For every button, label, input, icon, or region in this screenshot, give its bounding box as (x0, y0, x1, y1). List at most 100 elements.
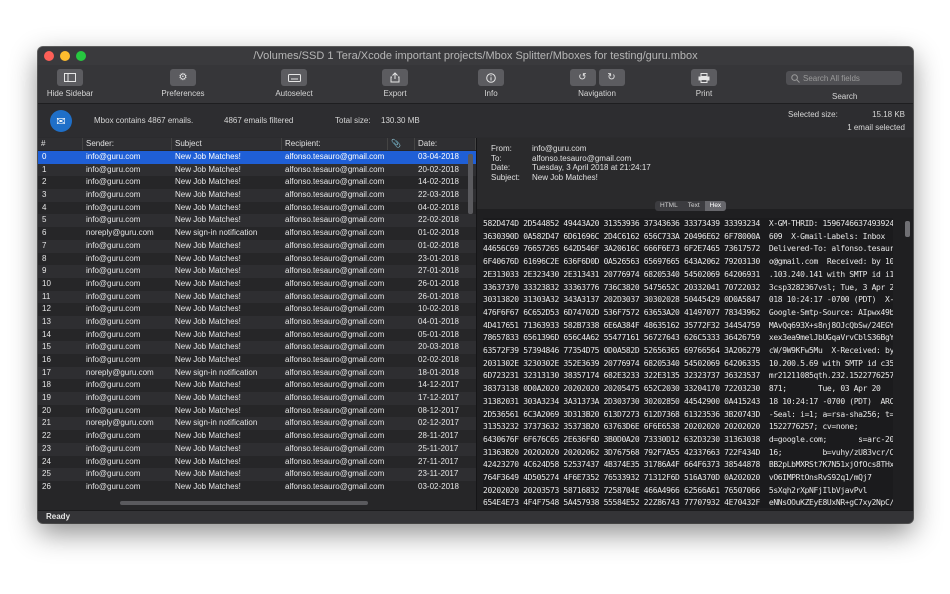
table-row[interactable]: 0 info@guru.com New Job Matches! alfonso.te… (38, 151, 476, 164)
print-button[interactable]: Print (665, 69, 743, 98)
hex-line: 2E313033 2E323430 2E313431 20776974 6820… (483, 269, 893, 279)
row-subject: New Job Matches! (175, 342, 241, 352)
row-recipient: alfonso.tesauro@gmail.com (285, 202, 385, 212)
close-window-button[interactable] (44, 51, 54, 61)
table-row[interactable]: 25 info@guru.com New Job Matches! alfonso.t… (38, 468, 476, 481)
col-header-sender[interactable]: Sender: (83, 138, 172, 150)
row-number: 12 (42, 304, 51, 314)
row-recipient: alfonso.tesauro@gmail.com (285, 380, 385, 390)
row-subject: New Job Matches! (175, 443, 241, 453)
hex-line: 42423270 4C624D58 52537437 4B374E35 3178… (483, 460, 893, 470)
table-row[interactable]: 13 info@guru.com New Job Matches! alfonso.t… (38, 315, 476, 329)
table-row[interactable]: 8 info@guru.com New Job Matches! alfonso.te… (38, 253, 476, 266)
table-row[interactable]: 2 info@guru.com New Job Matches! alfonso.te… (38, 176, 476, 189)
table-row[interactable]: 5 info@guru.com New Job Matches! alfonso.te… (38, 214, 476, 228)
next-arrow-icon[interactable]: ↻ (598, 69, 625, 86)
tab-html[interactable]: HTML (655, 201, 683, 211)
search-field[interactable]: Search All fields (786, 71, 902, 85)
table-row[interactable]: 15 info@guru.com New Job Matches! alfonso.t… (38, 341, 476, 354)
hex-line: 654E4E73 4F4F7548 5A457938 55584E52 22Z8… (483, 498, 893, 508)
col-header-recipient[interactable]: Recipient: (282, 138, 388, 150)
row-sender: noreply@guru.com (86, 228, 154, 238)
table-row[interactable]: 20 info@guru.com New Job Matches! alfonso.t… (38, 405, 476, 418)
row-date: 23-11-2017 (418, 469, 459, 479)
table-row[interactable]: 12 info@guru.com New Job Matches! alfonso.t… (38, 303, 476, 316)
tab-text[interactable]: Text (683, 201, 705, 211)
row-recipient: alfonso.tesauro@gmail.com (285, 152, 385, 161)
hide-sidebar-button[interactable]: Hide Sidebar (38, 69, 109, 98)
hex-view[interactable]: 582D474D 2D544852 49443A20 31353936 3734… (483, 218, 893, 508)
table-row[interactable]: 11 info@guru.com New Job Matches! alfonso.t… (38, 290, 476, 304)
table-row[interactable]: 24 info@guru.com New Job Matches! alfonso.t… (38, 456, 476, 469)
search-placeholder: Search All fields (803, 73, 860, 83)
table-row[interactable]: 9 info@guru.com New Job Matches! alfonso.te… (38, 265, 476, 278)
table-row[interactable]: 6 noreply@guru.com New sign-in notificatio… (38, 227, 476, 240)
table-row[interactable]: 21 noreply@guru.com New sign-in notificati… (38, 417, 476, 431)
hex-line: 3630390D 0A582D47 6D61696C 2D4C6162 656C… (483, 231, 885, 241)
row-subject: New sign-in notification (175, 418, 258, 428)
row-recipient: alfonso.tesauro@gmail.com (285, 190, 385, 200)
col-header-subject[interactable]: Subject (172, 138, 282, 150)
to-label: To: (491, 154, 502, 163)
list-horizontal-scrollbar[interactable] (120, 501, 368, 505)
hex-scrollbar[interactable] (905, 221, 910, 237)
table-row[interactable]: 4 info@guru.com New Job Matches! alfonso.te… (38, 202, 476, 215)
row-sender: info@guru.com (86, 190, 141, 200)
row-sender: info@guru.com (86, 481, 141, 491)
row-subject: New Job Matches! (175, 190, 241, 200)
table-row[interactable]: 16 info@guru.com New Job Matches! alfonso.t… (38, 354, 476, 367)
row-sender: info@guru.com (86, 316, 141, 326)
previous-arrow-icon[interactable]: ↺ (569, 69, 596, 86)
row-date: 27-01-2018 (418, 266, 459, 276)
row-subject: New Job Matches! (175, 202, 241, 212)
table-row[interactable]: 17 noreply@guru.com New sign-in notificati… (38, 366, 476, 380)
table-row[interactable]: 3 info@guru.com New Job Matches! alfonso.te… (38, 189, 476, 202)
row-subject: New Job Matches! (175, 393, 241, 403)
row-sender: info@guru.com (86, 215, 141, 225)
col-header-date[interactable]: Date: (415, 138, 476, 150)
row-number: 19 (42, 393, 51, 403)
hex-line: 44656C69 76657265 642D546F 3A20616C 666F… (483, 244, 893, 254)
list-vertical-scrollbar[interactable] (468, 154, 473, 214)
col-header-number[interactable]: # (38, 138, 83, 150)
zoom-window-button[interactable] (76, 51, 86, 61)
date-label: Date: (491, 163, 511, 172)
row-subject: New Job Matches! (175, 431, 241, 441)
tab-hex[interactable]: Hex (704, 201, 727, 211)
selected-size-value: 15.18 KB (872, 110, 905, 119)
preferences-button[interactable]: ⚙ Preferences (144, 69, 222, 98)
table-row[interactable]: 7 info@guru.com New Job Matches! alfonso.te… (38, 239, 476, 253)
preferences-label: Preferences (161, 89, 205, 98)
row-number: 18 (42, 380, 51, 390)
total-size-label: Total size: (335, 116, 371, 125)
export-label: Export (383, 89, 407, 98)
selected-count: 1 email selected (847, 123, 905, 132)
table-row[interactable]: 18 info@guru.com New Job Matches! alfonso.t… (38, 379, 476, 392)
row-date: 02-02-2018 (418, 355, 459, 364)
row-sender: info@guru.com (86, 152, 141, 161)
row-subject: New Job Matches! (175, 469, 241, 479)
row-number: 17 (42, 367, 51, 377)
info-button[interactable]: Info (452, 69, 530, 98)
minimize-window-button[interactable] (60, 51, 70, 61)
window-controls (44, 51, 86, 61)
row-number: 22 (42, 431, 51, 441)
row-subject: New Job Matches! (175, 215, 241, 225)
hex-line: 6D723231 32313130 38357174 682E3233 322E… (483, 371, 893, 381)
table-row[interactable]: 14 info@guru.com New Job Matches! alfonso.t… (38, 329, 476, 342)
table-row[interactable]: 19 info@guru.com New Job Matches! alfonso.t… (38, 392, 476, 405)
row-sender: info@guru.com (86, 177, 141, 187)
col-header-attachment[interactable]: 📎 (388, 138, 415, 150)
row-sender: info@guru.com (86, 469, 141, 479)
table-row[interactable]: 1 info@guru.com New Job Matches! alfonso.te… (38, 163, 476, 177)
row-recipient: alfonso.tesauro@gmail.com (285, 431, 385, 441)
hex-line: 2D536561 6C3A2069 3D313B20 613D7273 612D… (483, 409, 893, 419)
row-number: 5 (42, 215, 47, 225)
autoselect-button[interactable]: Autoselect (255, 69, 333, 98)
table-row[interactable]: 26 info@guru.com New Job Matches! alfonso.t… (38, 481, 476, 494)
table-row[interactable]: 10 info@guru.com New Job Matches! alfonso.t… (38, 278, 476, 291)
table-row[interactable]: 23 info@guru.com New Job Matches! alfonso.t… (38, 442, 476, 456)
row-recipient: alfonso.tesauro@gmail.com (285, 278, 385, 288)
export-button[interactable]: Export (356, 69, 434, 98)
table-row[interactable]: 22 info@guru.com New Job Matches! alfonso.t… (38, 430, 476, 443)
